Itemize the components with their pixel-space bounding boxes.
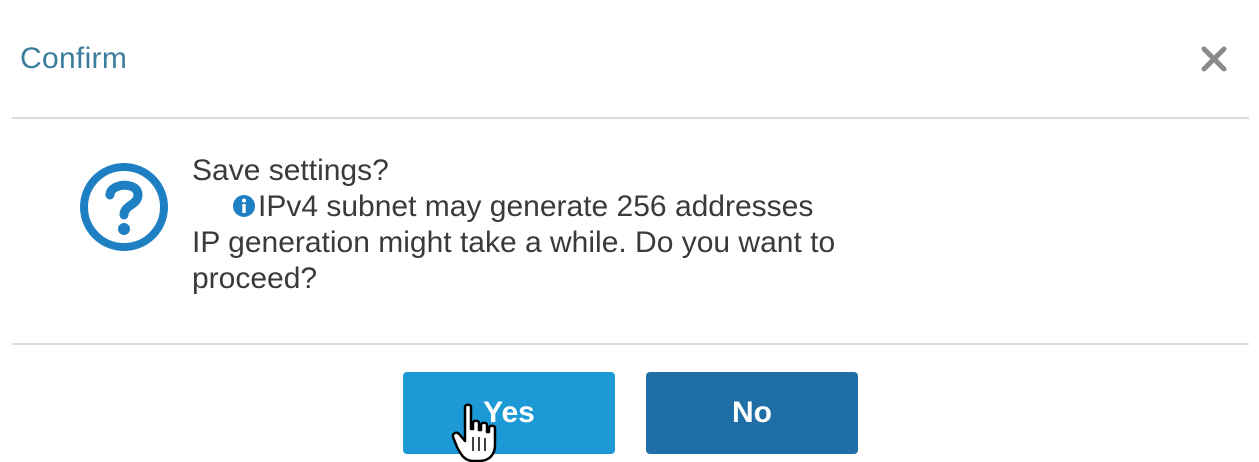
no-button-label: No	[732, 396, 772, 429]
dialog-header: Confirm	[0, 0, 1259, 118]
confirm-dialog: Confirm Save settings? IPv4 subnet may g…	[0, 0, 1259, 462]
message-heading: Save settings?	[192, 154, 389, 187]
no-button[interactable]: No	[646, 372, 858, 454]
yes-button-label: Yes	[483, 396, 535, 429]
message-line-3: IP generation might take a while. Do you…	[192, 226, 836, 259]
info-icon	[232, 191, 256, 217]
message-info-line: IPv4 subnet may generate 256 addresses	[192, 189, 1072, 225]
dialog-title: Confirm	[20, 42, 128, 75]
close-icon[interactable]	[1199, 44, 1229, 74]
yes-button[interactable]: Yes	[403, 372, 615, 454]
dialog-footer: Yes No	[0, 345, 1259, 462]
dialog-body: Save settings? IPv4 subnet may generate …	[0, 119, 1259, 343]
message-line-4: proceed?	[192, 262, 318, 295]
message-info-text: IPv4 subnet may generate 256 addresses	[258, 190, 814, 223]
question-circle-icon	[74, 157, 174, 257]
dialog-message: Save settings? IPv4 subnet may generate …	[192, 153, 1072, 297]
